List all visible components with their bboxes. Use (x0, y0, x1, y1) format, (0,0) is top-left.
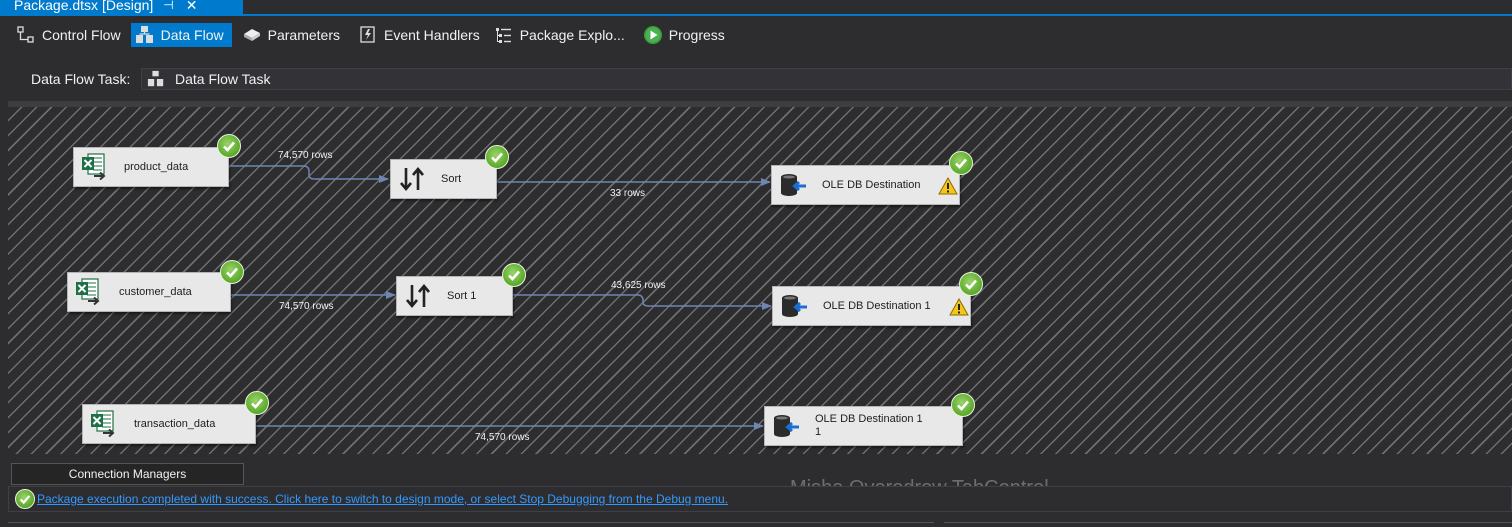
component-product-data[interactable]: product_data (73, 147, 229, 187)
tab-event-handlers-label: Event Handlers (383, 27, 480, 43)
path-label-transaction-to-dest11: 74,570 rows (475, 432, 530, 443)
path-label-customer-to-sort1: 74,570 rows (279, 301, 334, 312)
data-flow-icon (135, 26, 153, 43)
connection-managers-tab[interactable]: Connection Managers (11, 463, 244, 485)
divider (944, 522, 1512, 523)
sort-icon (406, 283, 430, 309)
document-tab[interactable]: Package.dtsx [Design] ⊣ ✕ (0, 0, 243, 14)
task-selector-label: Data Flow Task: (31, 71, 131, 87)
path-product-to-sort (229, 165, 389, 183)
success-check-icon (951, 393, 975, 417)
tab-parameters[interactable]: Parameters (236, 23, 348, 47)
success-check-icon (220, 260, 244, 284)
tab-package-explorer[interactable]: Package Explo... (492, 23, 633, 47)
tab-data-flow-label: Data Flow (160, 27, 224, 43)
event-handlers-icon (360, 26, 375, 43)
close-icon[interactable]: ✕ (186, 0, 198, 12)
success-check-icon (15, 489, 35, 509)
component-product-data-label: product_data (124, 160, 189, 173)
component-sort-label: Sort (441, 172, 462, 185)
parameters-icon (243, 29, 260, 41)
ole-db-destination-icon (782, 295, 807, 317)
warning-icon[interactable] (949, 298, 969, 316)
excel-source-icon (91, 410, 115, 438)
tab-event-handlers[interactable]: Event Handlers (352, 23, 488, 47)
tab-data-flow[interactable]: Data Flow (130, 23, 232, 47)
component-ole-db-destination[interactable]: OLE DB Destination (771, 165, 960, 205)
tab-underline (0, 14, 1512, 16)
success-check-icon (959, 272, 983, 296)
tab-progress-label: Progress (668, 27, 725, 43)
data-flow-task-value: Data Flow Task (175, 71, 271, 87)
play-icon (643, 26, 662, 44)
path-label-sort-to-dest: 33 rows (610, 188, 646, 199)
document-tab-title: Package.dtsx [Design] (14, 0, 154, 13)
success-check-icon (502, 263, 526, 287)
component-sort-1-label: Sort 1 (447, 289, 477, 302)
component-ole-db-destination-1-1-label-line1: OLE DB Destination 1 (815, 413, 923, 425)
tab-control-flow-label: Control Flow (42, 27, 121, 43)
success-check-icon (949, 151, 973, 175)
execution-status-bar: Package execution completed with success… (8, 486, 1512, 512)
pin-icon[interactable]: ⊣ (163, 0, 173, 11)
tab-control-flow[interactable]: Control Flow (0, 23, 129, 47)
success-check-icon (485, 145, 509, 169)
tab-parameters-label: Parameters (267, 27, 340, 43)
component-sort-1[interactable]: Sort 1 (396, 276, 513, 316)
path-sort1-to-dest1 (513, 294, 772, 310)
excel-source-icon (76, 278, 100, 306)
component-customer-data[interactable]: customer_data (67, 272, 231, 312)
component-ole-db-destination-1-1[interactable]: OLE DB Destination 1 1 (764, 406, 963, 446)
designer-tabs: Control Flow Data Flow Parameters Event … (0, 22, 1512, 48)
task-selector-row: Data Flow Task: Data Flow Task (0, 66, 1512, 92)
component-transaction-data[interactable]: transaction_data (82, 404, 256, 444)
component-ole-db-destination-label: OLE DB Destination (822, 178, 921, 191)
control-flow-icon (17, 26, 34, 43)
warning-icon[interactable] (938, 177, 958, 195)
data-flow-task-dropdown[interactable]: Data Flow Task (141, 68, 1512, 90)
ole-db-destination-icon (781, 174, 806, 196)
component-sort[interactable]: Sort (390, 159, 497, 199)
component-ole-db-destination-1-1-label: OLE DB Destination 1 1 (815, 413, 923, 439)
component-transaction-data-label: transaction_data (134, 417, 216, 430)
component-customer-data-label: customer_data (119, 285, 192, 298)
component-ole-db-destination-1-1-label-line2: 1 (815, 426, 822, 438)
excel-source-icon (82, 153, 106, 181)
data-flow-task-icon (147, 70, 164, 87)
component-ole-db-destination-1-label: OLE DB Destination 1 (823, 299, 931, 312)
divider (8, 522, 934, 523)
tab-package-explorer-label: Package Explo... (519, 27, 625, 43)
success-check-icon (217, 134, 241, 158)
path-label-product-to-sort: 74,570 rows (278, 150, 333, 161)
data-flow-canvas[interactable]: 74,570 rows 33 rows 74,570 rows 43,625 r… (8, 107, 1512, 454)
path-label-sort1-to-dest1: 43,625 rows (611, 280, 666, 291)
component-ole-db-destination-1[interactable]: OLE DB Destination 1 (772, 286, 971, 326)
switch-to-design-mode-link[interactable]: Package execution completed with success… (37, 492, 728, 506)
ole-db-destination-icon (774, 415, 799, 437)
sort-icon (400, 166, 424, 192)
package-explorer-icon (495, 28, 511, 43)
tab-progress[interactable]: Progress (637, 23, 733, 47)
success-check-icon (245, 391, 269, 415)
